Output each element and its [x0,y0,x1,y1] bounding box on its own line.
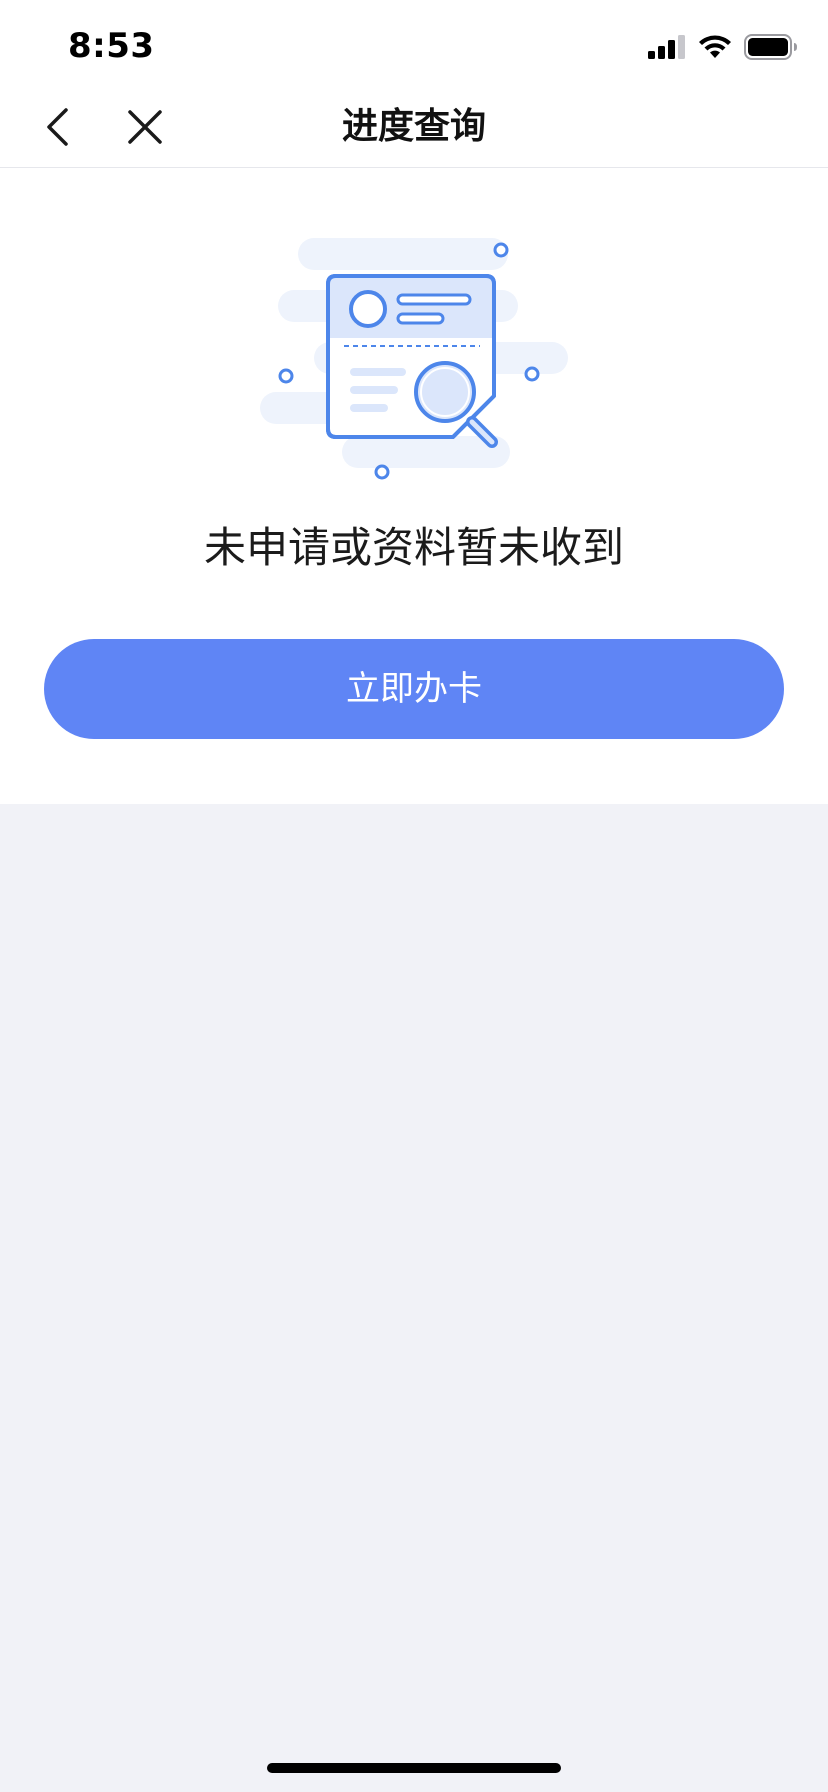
status-bar: 8:53 [0,0,828,88]
wifi-icon [699,35,731,58]
document-search-illustration [260,238,568,480]
main-content: 未申请或资料暂未收到 立即办卡 [0,168,828,804]
nav-bar: 进度查询 [0,88,828,168]
apply-card-button[interactable]: 立即办卡 [44,639,784,739]
empty-state-message: 未申请或资料暂未收到 [203,523,624,572]
page-title: 进度查询 [341,106,486,147]
status-time: 8:53 [68,26,155,66]
battery-icon [744,34,797,60]
home-indicator[interactable] [267,1763,561,1773]
cellular-signal-icon [648,35,685,59]
status-icons [648,34,798,60]
